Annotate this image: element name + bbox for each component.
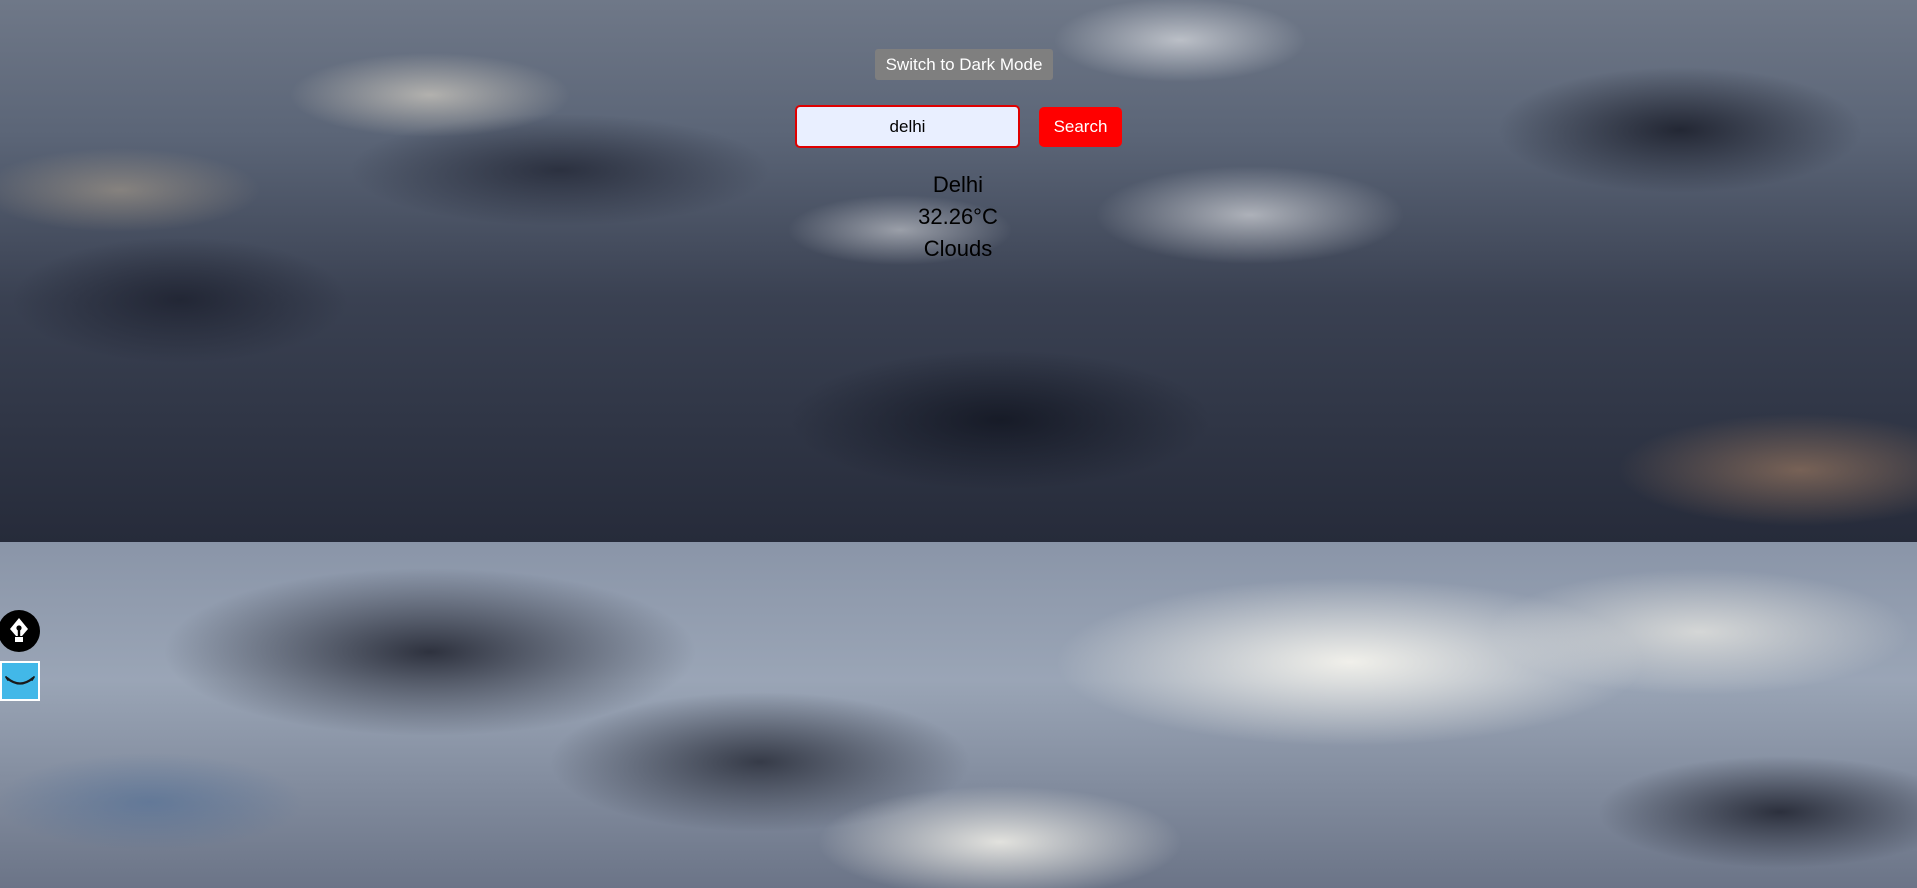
weather-result: Delhi 32.26°C Clouds	[858, 169, 1058, 265]
fountain-pen-icon	[10, 618, 28, 642]
cloudy-sky-background-top	[0, 0, 1917, 542]
smile-widget[interactable]	[0, 661, 40, 701]
search-button[interactable]: Search	[1039, 107, 1122, 147]
city-search-input[interactable]	[795, 105, 1020, 148]
weather-app-page: Switch to Dark Mode Search Delhi 32.26°C…	[0, 0, 1917, 888]
weather-condition: Clouds	[923, 236, 993, 261]
smile-icon	[5, 676, 35, 685]
temperature: 32.26°C	[918, 204, 998, 229]
cloudy-sky-background-bottom	[0, 542, 1917, 888]
city-name: Delhi	[932, 172, 984, 197]
fountain-pen-widget[interactable]	[0, 610, 40, 652]
dark-mode-toggle-button[interactable]: Switch to Dark Mode	[875, 49, 1053, 80]
